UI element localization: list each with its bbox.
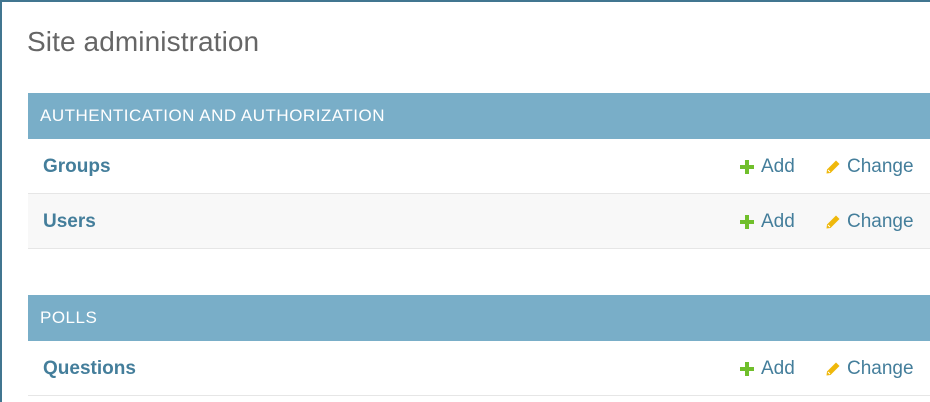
change-questions-button[interactable]: Change — [825, 341, 914, 396]
page-title: Site administration — [27, 26, 260, 57]
table-row: Questions Add Change — [28, 341, 930, 396]
model-link-questions[interactable]: Questions — [43, 341, 136, 396]
pencil-icon — [826, 362, 840, 375]
add-label: Add — [761, 211, 795, 232]
pencil-icon — [826, 160, 840, 173]
model-link-groups[interactable]: Groups — [43, 139, 111, 194]
change-users-button[interactable]: Change — [825, 194, 914, 249]
table-row: Users Add Change — [28, 194, 930, 249]
plus-icon — [740, 159, 754, 174]
change-label: Change — [847, 358, 914, 379]
pencil-icon — [826, 215, 840, 228]
table-row: Groups Add Change — [28, 139, 930, 194]
add-users-button[interactable]: Add — [739, 194, 795, 249]
add-groups-button[interactable]: Add — [739, 139, 795, 194]
module-polls: POLLS Questions Add Change — [28, 295, 930, 396]
add-label: Add — [761, 156, 795, 177]
change-label: Change — [847, 211, 914, 232]
plus-icon — [740, 214, 754, 229]
change-label: Change — [847, 156, 914, 177]
add-label: Add — [761, 358, 795, 379]
module-auth: AUTHENTICATION AND AUTHORIZATION Groups … — [28, 93, 930, 249]
add-questions-button[interactable]: Add — [739, 341, 795, 396]
module-caption: AUTHENTICATION AND AUTHORIZATION — [28, 93, 930, 139]
admin-frame: Site administration AUTHENTICATION AND A… — [0, 0, 930, 402]
module-caption: POLLS — [28, 295, 930, 341]
model-link-users[interactable]: Users — [43, 194, 96, 249]
plus-icon — [740, 361, 754, 376]
change-groups-button[interactable]: Change — [825, 139, 914, 194]
